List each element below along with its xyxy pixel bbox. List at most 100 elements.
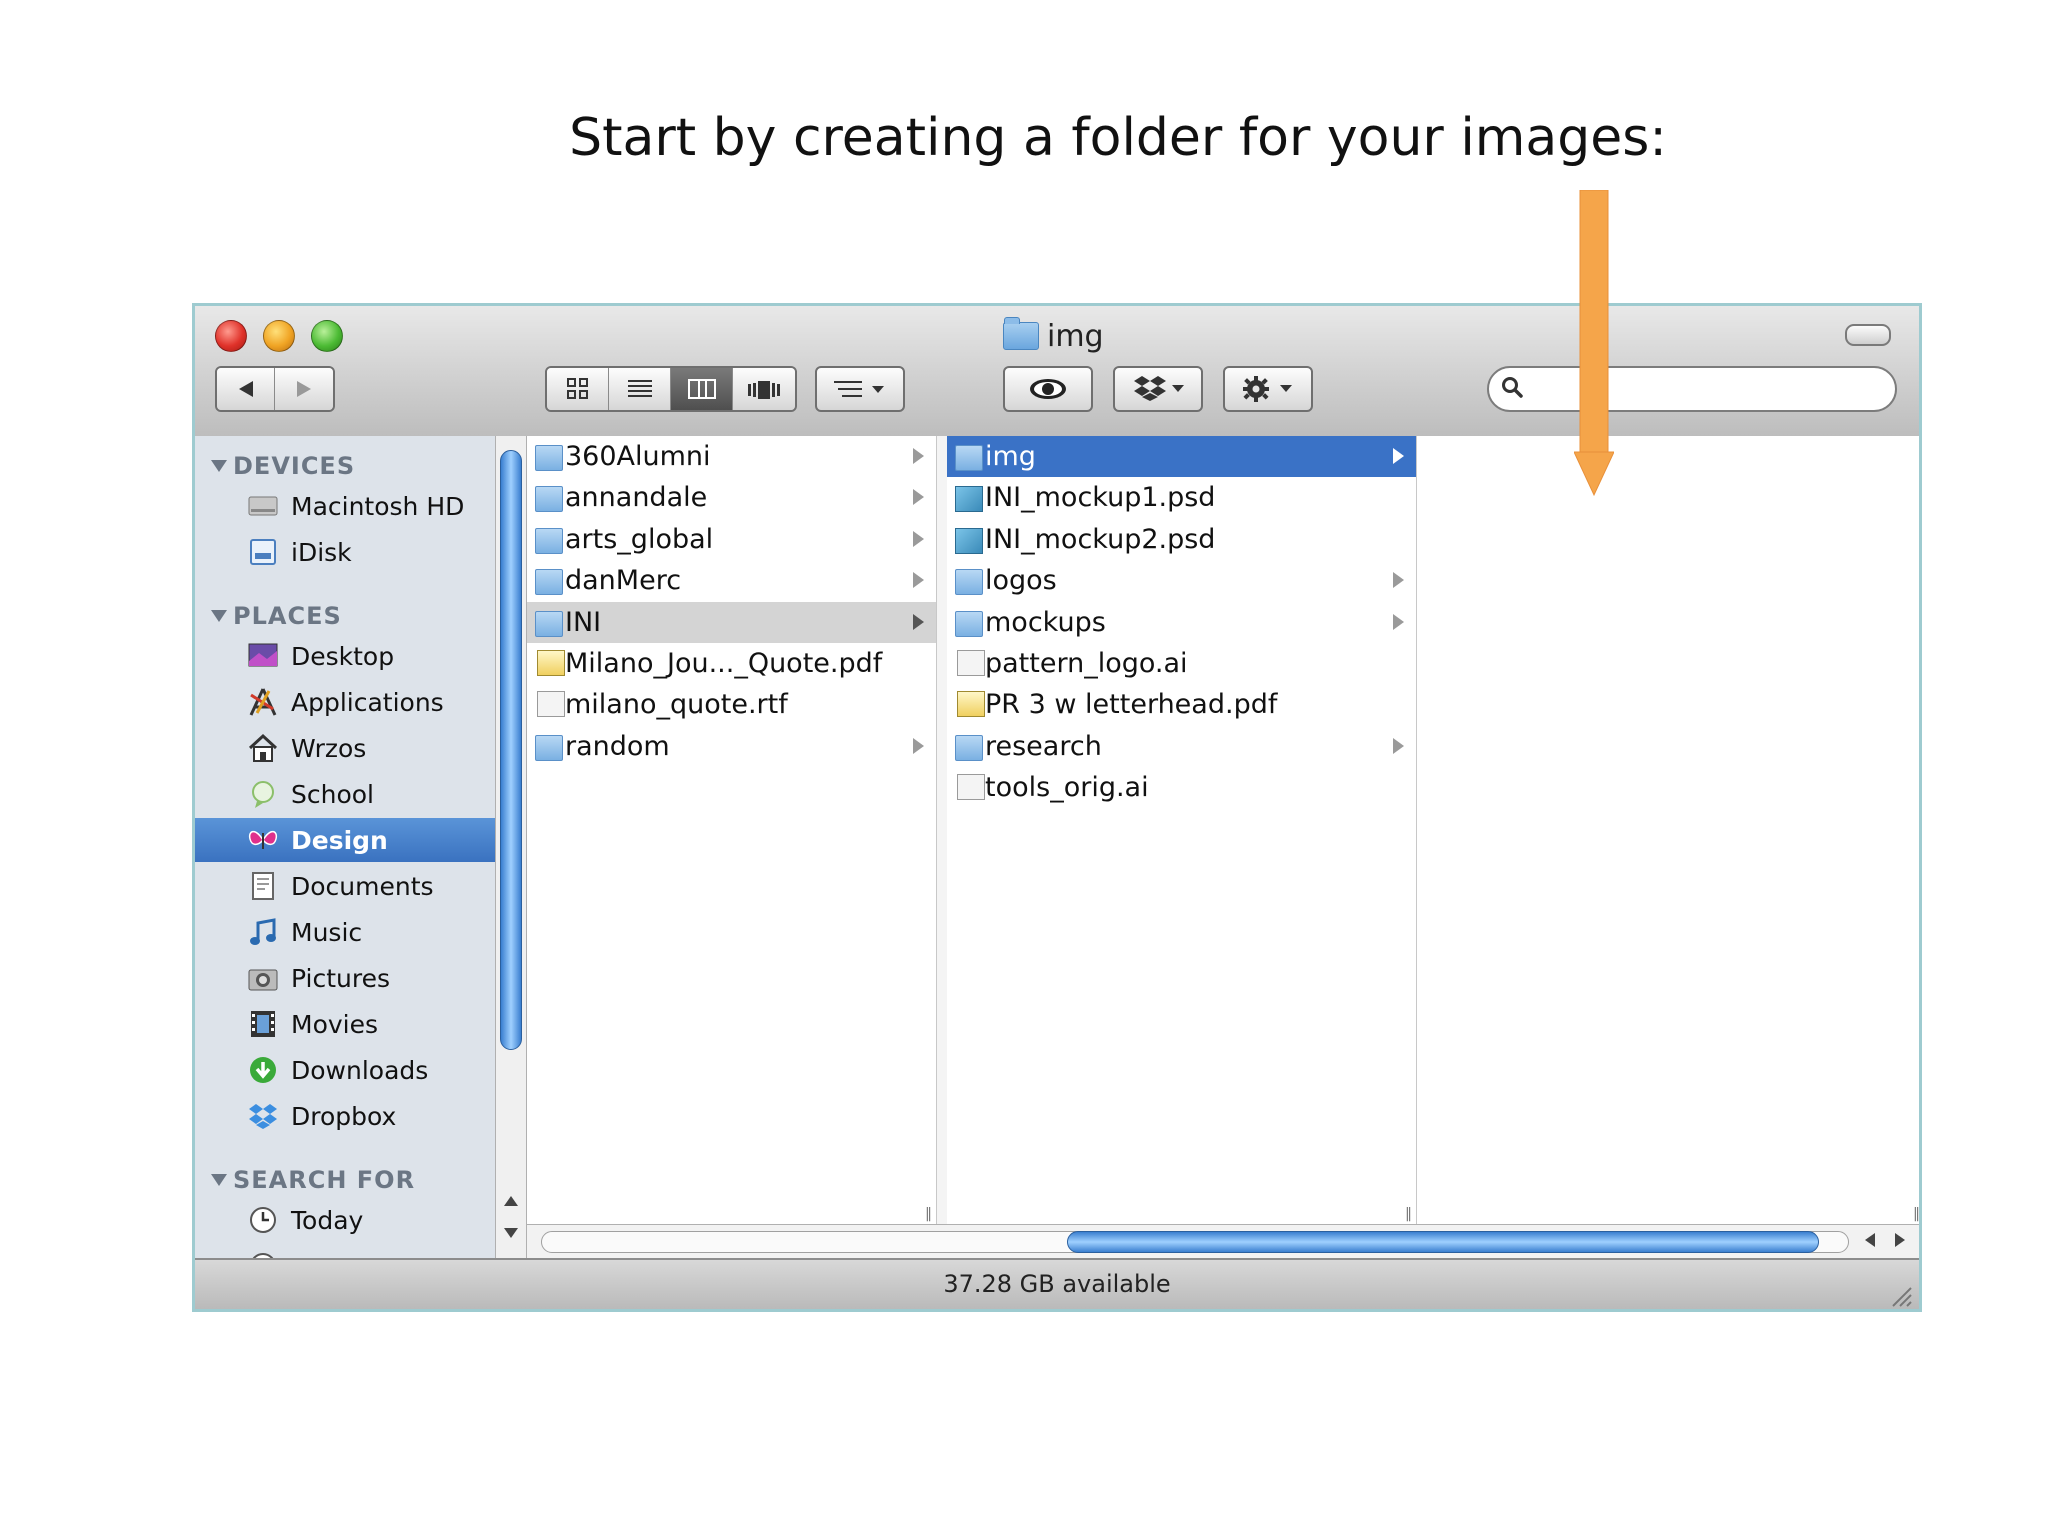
sidebar-item-label: Documents	[291, 871, 434, 901]
window-title-text: img	[1047, 318, 1104, 354]
icon-view-button[interactable]	[547, 368, 609, 410]
file-row[interactable]: INI_mockup1.psd	[947, 477, 1416, 518]
coverflow-view-button[interactable]	[733, 368, 795, 410]
file-row[interactable]: danMerc	[527, 560, 936, 601]
close-button[interactable]	[215, 320, 247, 352]
dropbox-menu-button[interactable]	[1113, 366, 1203, 412]
file-name: arts_global	[565, 523, 714, 555]
chevron-right-icon	[913, 448, 924, 464]
file-name: PR 3 w letterhead.pdf	[985, 689, 1278, 721]
icon-view-icon	[566, 378, 588, 399]
file-row[interactable]: logos	[947, 560, 1416, 601]
sidebar-item-school[interactable]: School	[195, 772, 495, 816]
file-row[interactable]: annandale	[527, 477, 936, 518]
action-menu-button[interactable]	[1223, 366, 1313, 412]
column-resize-grip[interactable]: ‖	[1913, 1206, 1919, 1222]
sidebar-header-devices[interactable]: DEVICES	[211, 452, 355, 480]
column-gap	[937, 436, 947, 1226]
folder-icon	[535, 527, 563, 554]
title-bar[interactable]: img	[195, 306, 1919, 438]
scroll-left-icon[interactable]	[1863, 1231, 1877, 1249]
forward-button[interactable]	[275, 368, 333, 410]
file-row[interactable]: INI	[527, 601, 936, 643]
sidebar-item-design[interactable]: Design	[195, 818, 495, 862]
file-row[interactable]: pattern_logo.ai	[947, 643, 1416, 684]
file-row[interactable]: 360Alumni	[527, 436, 936, 477]
clock-icon	[252, 1253, 274, 1258]
sidebar-item-movies[interactable]: Movies	[195, 1002, 495, 1046]
file-name: tools_orig.ai	[985, 772, 1149, 804]
scroll-down-icon[interactable]	[502, 1226, 520, 1240]
arrange-button[interactable]	[815, 366, 905, 412]
file-name: milano_quote.rtf	[565, 689, 788, 721]
chevron-right-icon	[1393, 572, 1404, 589]
sidebar-header-places[interactable]: PLACES	[211, 602, 342, 630]
folder-icon	[955, 610, 983, 637]
file-row[interactable]: INI_mockup2.psd	[947, 519, 1416, 560]
toolbar-toggle-button[interactable]	[1845, 324, 1891, 346]
movies-icon	[251, 1011, 275, 1037]
file-row[interactable]: random	[527, 726, 936, 767]
sidebar-item-desktop[interactable]: Desktop	[195, 634, 495, 678]
file-row[interactable]: tools_orig.ai	[947, 767, 1416, 808]
sidebar-item-pictures[interactable]: Pictures	[195, 956, 495, 1000]
sidebar-header-search-for[interactable]: SEARCH FOR	[211, 1166, 415, 1194]
scroll-right-icon[interactable]	[1893, 1231, 1907, 1249]
file-row[interactable]: research	[947, 726, 1416, 767]
scrollbar-thumb[interactable]	[1067, 1231, 1819, 1253]
sidebar-item-label: Desktop	[291, 641, 395, 671]
list-view-button[interactable]	[609, 368, 671, 410]
sidebar-item-music[interactable]: Music	[195, 910, 495, 954]
chevron-right-icon	[913, 737, 924, 754]
chevron-right-icon	[1393, 448, 1404, 464]
sidebar-item-macintosh-hd[interactable]: Macintosh HD	[195, 484, 495, 528]
resize-grip-icon[interactable]	[1885, 1280, 1913, 1308]
finder-window: img DEVICES Macintosh HD iDisk PLACES De…	[192, 303, 1922, 1312]
file-name: 360Alumni	[565, 441, 711, 472]
scroll-up-icon[interactable]	[502, 1194, 520, 1208]
sidebar-item-downloads[interactable]: Downloads	[195, 1048, 495, 1092]
column-resize-grip[interactable]: ‖	[1405, 1206, 1412, 1222]
file-row[interactable]: img	[947, 436, 1416, 477]
sidebar-item-applications[interactable]: Applications	[195, 680, 495, 724]
file-row[interactable]: milano_quote.rtf	[527, 684, 936, 725]
pointer-arrow	[1574, 190, 1614, 497]
back-button[interactable]	[217, 368, 275, 410]
file-row[interactable]: mockups	[947, 602, 1416, 643]
column-resize-grip[interactable]: ‖	[925, 1206, 932, 1222]
pdf-file-icon	[957, 691, 985, 718]
chevron-right-icon	[1393, 613, 1404, 630]
disk-space-label: 37.28 GB available	[943, 1270, 1171, 1298]
coverflow-view-icon	[748, 381, 780, 399]
search-input[interactable]	[1487, 366, 1897, 412]
file-name: INI_mockup1.psd	[985, 482, 1216, 514]
sidebar-scrollbar[interactable]	[495, 436, 527, 1258]
home-icon	[248, 733, 278, 762]
folder-icon	[535, 445, 563, 471]
sidebar-item-label: Applications	[291, 687, 444, 717]
column-view-button[interactable]	[671, 368, 733, 410]
sidebar-item-idisk[interactable]: iDisk	[195, 530, 495, 574]
sidebar-item-today[interactable]: Today	[195, 1198, 495, 1242]
quick-look-button[interactable]	[1003, 366, 1093, 412]
sidebar-item-wrzos[interactable]: Wrzos	[195, 726, 495, 770]
file-row[interactable]: Milano_Jou..._Quote.pdf	[527, 643, 936, 684]
file-name: logos	[985, 565, 1057, 597]
file-name: danMerc	[565, 565, 682, 597]
horizontal-scrollbar[interactable]	[527, 1224, 1919, 1258]
sidebar-item-dropbox[interactable]: Dropbox	[195, 1094, 495, 1138]
clock-icon	[250, 1207, 276, 1233]
minimize-button[interactable]	[263, 320, 295, 352]
scrollbar-thumb[interactable]	[500, 450, 522, 1050]
browser-column-2: ‖ img INI_mockup1.psd INI_mockup2.psdlogos…	[947, 436, 1417, 1226]
file-row[interactable]: arts_global	[527, 519, 936, 560]
browser-column-1: ‖ 360Alumni annandale arts_global danMerc IN…	[527, 436, 937, 1226]
folder-icon	[535, 734, 563, 761]
file-row[interactable]: PR 3 w letterhead.pdf	[947, 684, 1416, 725]
file-name: research	[985, 730, 1102, 762]
zoom-button[interactable]	[311, 320, 343, 352]
chevron-right-icon	[1393, 737, 1404, 754]
sidebar-item-partial[interactable]	[195, 1244, 495, 1258]
sidebar-item-documents[interactable]: Documents	[195, 864, 495, 908]
hard-drive-icon	[248, 496, 278, 516]
